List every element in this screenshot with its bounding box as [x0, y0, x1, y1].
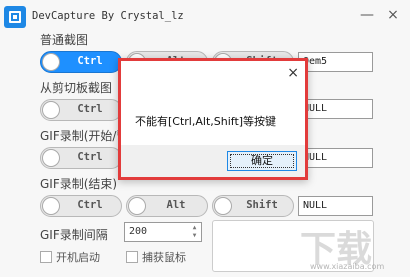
ctrl-toggle-label: Ctrl: [77, 199, 103, 211]
dialog-close-icon[interactable]: ×: [287, 65, 299, 81]
section-label-normal-capture: 普通截图: [40, 33, 89, 47]
gif-interval-spinner[interactable]: 200 ▲ ▼: [124, 222, 202, 242]
watermark-url: www.xiazaiba.com: [310, 262, 385, 271]
capture-app-icon: [4, 6, 26, 28]
ctrl-toggle-2[interactable]: Ctrl: [40, 99, 122, 121]
title-bar: DevCapture By Crystal_lz — ×: [0, 0, 410, 30]
gif-interval-value: 200: [129, 226, 148, 237]
ctrl-toggle-1[interactable]: Ctrl: [40, 51, 122, 73]
shift-toggle-label: Shift: [246, 199, 278, 211]
startup-checkbox-row[interactable]: 开机启动: [40, 249, 100, 265]
section-label-gif-start: GIF录制(开始/暂: [40, 129, 129, 143]
section-label-clipboard-capture: 从剪切板截图: [40, 81, 113, 95]
ctrl-toggle-label: Ctrl: [77, 103, 103, 115]
close-icon[interactable]: ×: [382, 4, 404, 26]
key-field-1[interactable]: Oem5: [298, 52, 373, 72]
gif-interval-label: GIF录制间隔: [40, 228, 108, 242]
window-title: DevCapture By Crystal_lz: [32, 10, 184, 22]
alt-toggle-label: Alt: [166, 199, 186, 211]
shift-toggle-4[interactable]: Shift: [212, 195, 294, 217]
startup-checkbox-label: 开机启动: [56, 251, 100, 264]
key-field-2[interactable]: NULL: [298, 99, 373, 119]
ok-button[interactable]: 确定: [227, 151, 297, 171]
alt-toggle-4[interactable]: Alt: [126, 195, 208, 217]
ctrl-toggle-4[interactable]: Ctrl: [40, 195, 122, 217]
section-label-gif-end: GIF录制(结束): [40, 177, 118, 191]
ctrl-toggle-3[interactable]: Ctrl: [40, 147, 122, 169]
app-window: DevCapture By Crystal_lz — × 普通截图 Ctrl A…: [0, 0, 410, 277]
capture-cursor-checkbox-label: 捕获鼠标: [142, 251, 186, 264]
ctrl-toggle-label: Ctrl: [77, 55, 103, 67]
capture-cursor-checkbox[interactable]: [126, 251, 138, 263]
startup-checkbox[interactable]: [40, 251, 52, 263]
key-field-4[interactable]: NULL: [298, 196, 373, 216]
ctrl-toggle-label: Ctrl: [77, 151, 103, 163]
key-field-3[interactable]: NULL: [298, 148, 373, 168]
error-dialog: × 不能有[Ctrl,Alt,Shift]等按键 确定: [118, 58, 308, 180]
capture-cursor-checkbox-row[interactable]: 捕获鼠标: [126, 249, 186, 265]
minimize-icon[interactable]: —: [356, 4, 378, 26]
dialog-message: 不能有[Ctrl,Alt,Shift]等按键: [135, 115, 277, 128]
spinner-arrows-icon[interactable]: ▲ ▼: [190, 224, 199, 240]
dialog-footer: 确定: [121, 145, 305, 177]
